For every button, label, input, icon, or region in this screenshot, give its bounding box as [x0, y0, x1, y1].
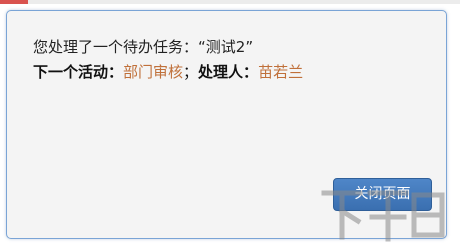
separator: ；	[183, 63, 199, 81]
background-top-strip	[0, 0, 460, 4]
close-page-button[interactable]: 关闭页面	[333, 178, 432, 211]
activity-label: 下一个活动：	[33, 63, 124, 81]
task-completed-dialog: 您处理了一个待办任务：“测试2” 下一个活动：部门审核；处理人：苗若兰 关闭页面	[6, 10, 447, 239]
dialog-message: 您处理了一个待办任务：“测试2” 下一个活动：部门审核；处理人：苗若兰	[33, 35, 303, 85]
background-red-accent	[0, 0, 28, 4]
activity-value: 部门审核	[123, 63, 184, 81]
message-line-task: 您处理了一个待办任务：“测试2”	[33, 35, 303, 60]
handler-label: 处理人：	[198, 63, 259, 81]
handler-value: 苗若兰	[258, 63, 304, 81]
message-line-next: 下一个活动：部门审核；处理人：苗若兰	[33, 60, 303, 85]
message-prefix: 您处理了一个待办任务：	[33, 38, 199, 56]
task-name: “测试2”	[198, 38, 254, 56]
